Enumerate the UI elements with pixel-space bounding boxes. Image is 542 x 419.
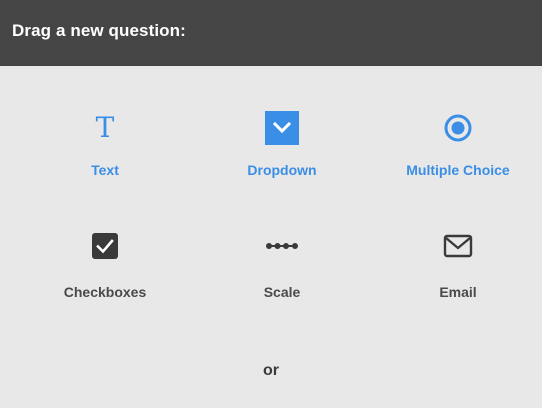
question-type-label: Text [91, 162, 119, 178]
question-type-label: Multiple Choice [406, 162, 510, 178]
or-separator: or [263, 362, 279, 379]
palette-header: Drag a new question: [0, 0, 542, 66]
question-type-multiple-choice[interactable]: Multiple Choice [373, 108, 542, 198]
envelope-icon [438, 226, 478, 266]
palette-title: Drag a new question: [12, 21, 186, 40]
question-type-scale[interactable]: Scale [197, 226, 367, 316]
question-type-label: Scale [263, 284, 301, 300]
text-t-icon: T [95, 111, 115, 144]
radio-button-icon [438, 108, 478, 148]
question-type-label: Email [439, 284, 477, 300]
scale-dots-icon [262, 226, 302, 266]
question-type-checkboxes[interactable]: Checkboxes [20, 226, 190, 316]
question-type-email[interactable]: Email [373, 226, 542, 316]
question-type-label: Dropdown [247, 162, 317, 178]
checkbox-checked-icon [85, 226, 125, 266]
question-type-dropdown[interactable]: Dropdown [197, 108, 367, 198]
dropdown-chevron-icon [262, 108, 302, 148]
question-palette: Drag a new question: T Text Dropdown Mul… [0, 0, 542, 419]
question-type-label: Checkboxes [63, 284, 147, 300]
question-type-text[interactable]: T Text [20, 108, 190, 198]
